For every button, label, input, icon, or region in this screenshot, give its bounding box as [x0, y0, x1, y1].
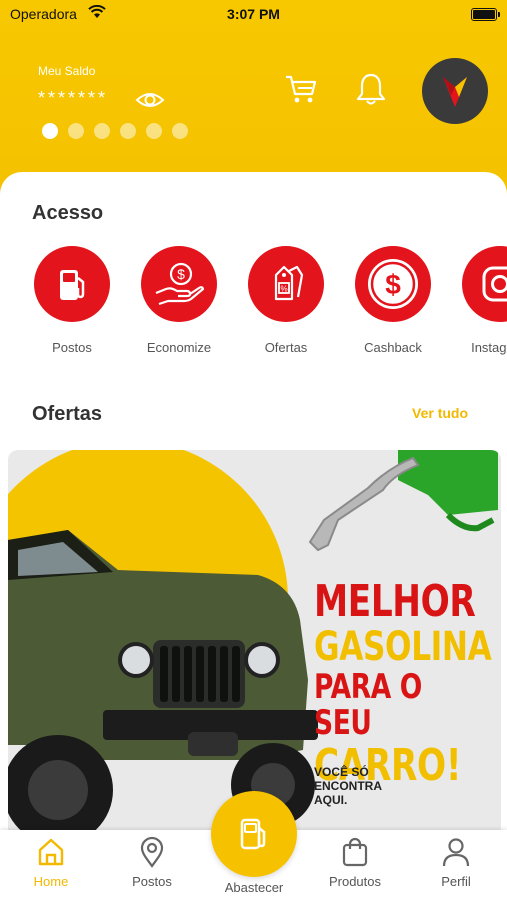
access-circle: % — [248, 246, 324, 322]
access-label: Instagram — [471, 340, 507, 355]
nav-item-home[interactable]: Home — [6, 836, 96, 889]
carousel-dot[interactable] — [172, 123, 188, 139]
instagram-icon — [482, 266, 507, 302]
access-circle — [462, 246, 507, 322]
dollar-coin-icon: $ — [368, 259, 418, 309]
balance-label: Meu Saldo — [38, 64, 96, 78]
status-time: 3:07 PM — [227, 6, 280, 22]
banner-subtext-line-1: VOCÊ SÓ — [314, 765, 369, 779]
access-item-economize[interactable]: $ Economize — [124, 246, 234, 355]
nav-label: Produtos — [328, 874, 382, 889]
avatar[interactable] — [422, 58, 488, 124]
access-label: Cashback — [364, 340, 422, 355]
banner-headline: MELHOR GASOLINA PARA O SEU CARRO! — [314, 578, 494, 790]
access-label: Economize — [146, 340, 212, 355]
carousel-dot[interactable] — [94, 123, 110, 139]
eye-icon[interactable] — [135, 88, 165, 116]
nav-label: Perfil — [441, 874, 471, 889]
bell-icon[interactable] — [355, 72, 387, 110]
banner-subtext-line-3: AQUI. — [314, 792, 348, 807]
brand-logo-icon — [443, 77, 467, 107]
cart-icon[interactable] — [284, 74, 318, 108]
banner-line-1: MELHOR — [314, 576, 476, 627]
access-item-ofertas[interactable]: % Ofertas — [231, 246, 341, 355]
status-bar: Operadora 3:07 PM — [0, 0, 507, 30]
see-all-link[interactable]: Ver tudo — [412, 405, 468, 421]
access-circle: $ — [141, 246, 217, 322]
carousel-dot[interactable] — [146, 123, 162, 139]
access-label: Ofertas — [264, 340, 308, 355]
abastecer-button[interactable] — [211, 791, 297, 877]
fuel-pump-icon — [240, 818, 266, 850]
fuel-nozzle-image — [308, 450, 498, 552]
location-pin-icon — [140, 836, 164, 868]
access-item-postos[interactable]: Postos — [17, 246, 127, 355]
balance-value: ******* — [38, 88, 109, 108]
hand-money-icon: $ — [155, 262, 205, 306]
access-circle: $ — [355, 246, 431, 322]
nav-label: Postos — [132, 874, 172, 889]
access-item-cashback[interactable]: $ Cashback — [338, 246, 448, 355]
user-icon — [442, 838, 470, 867]
access-label: Postos — [52, 340, 92, 355]
home-icon — [38, 838, 64, 866]
abastecer-label: Abastecer — [224, 880, 284, 895]
carousel-dot[interactable] — [120, 123, 136, 139]
fuel-pump-icon — [60, 270, 85, 300]
banner-subtext: VOCÊ SÓ ENCONTRA AQUI. — [314, 765, 382, 807]
offer-banner[interactable]: MELHOR GASOLINA PARA O SEU CARRO! VOCÊ S… — [8, 450, 501, 840]
banner-subtext-line-2: ENCONTRA — [314, 778, 382, 793]
carousel-dot-active[interactable] — [42, 123, 58, 139]
nav-item-perfil[interactable]: Perfil — [411, 836, 501, 889]
carousel-dot[interactable] — [68, 123, 84, 139]
nav-item-postos[interactable]: Postos — [107, 836, 197, 889]
price-tags-icon: % — [274, 265, 304, 301]
banner-line-3: PARA O SEU — [314, 666, 422, 744]
svg-text:$: $ — [177, 266, 185, 282]
svg-text:%: % — [280, 285, 287, 294]
access-item-instagram[interactable]: Instagram — [445, 246, 507, 355]
access-list: Postos $ Economize % Ofertas $ Cashback … — [0, 246, 507, 366]
shopping-bag-icon — [342, 837, 368, 867]
banner-line-2: GASOLINA — [314, 623, 492, 670]
jeep-image — [8, 530, 318, 840]
svg-text:$: $ — [385, 269, 401, 300]
offers-title: Ofertas — [32, 403, 103, 425]
nav-item-produtos[interactable]: Produtos — [310, 836, 400, 889]
nav-label: Home — [33, 874, 69, 889]
carousel-dots — [42, 123, 188, 139]
access-circle — [34, 246, 110, 322]
access-title: Acesso — [32, 202, 104, 224]
battery-icon — [471, 8, 500, 21]
